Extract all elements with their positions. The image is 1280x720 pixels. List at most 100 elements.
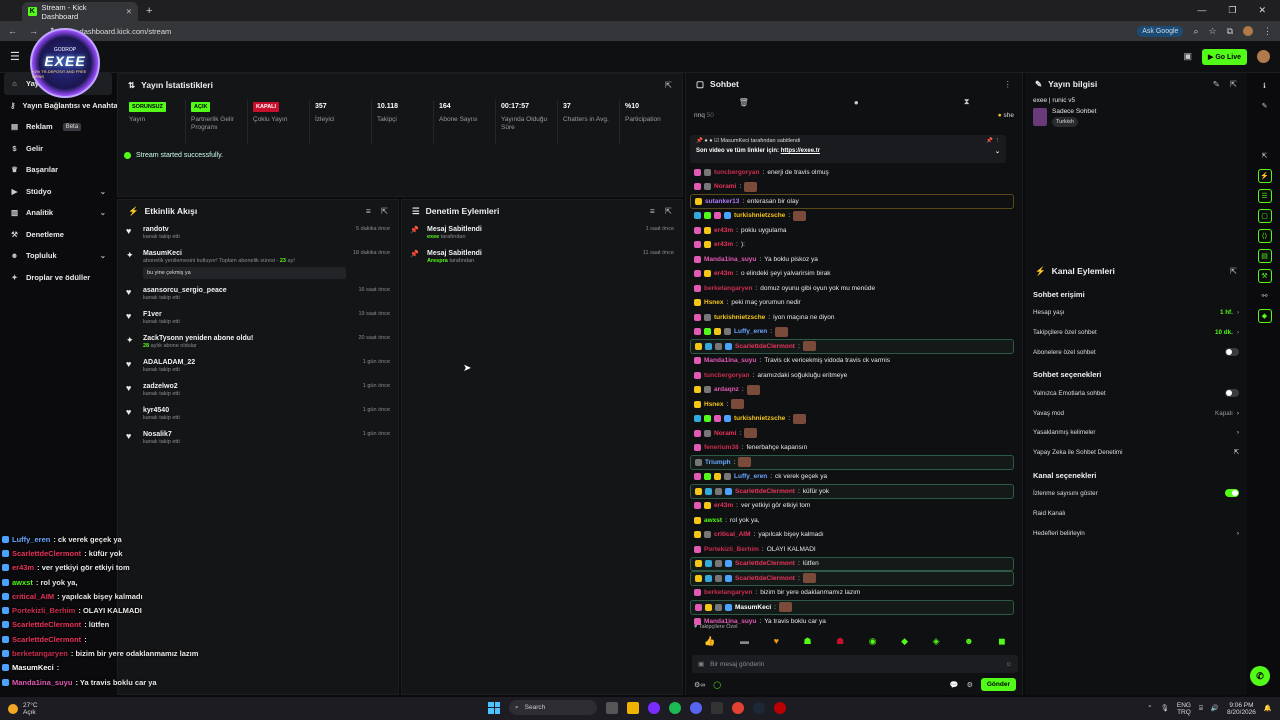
activity-item[interactable]: ♥ zadzelwo2 kanalı takip etti 1 gün önce <box>118 379 398 403</box>
hammer-rail-icon[interactable]: ⚒ <box>1257 269 1272 283</box>
emote-icon[interactable]: ◆ <box>901 636 908 647</box>
browser-menu-icon[interactable]: ⋮ <box>1263 26 1272 37</box>
chat-message[interactable]: turkishnietzsche: <box>690 412 1014 427</box>
chat-message[interactable]: er43m: o elindeki şeyi yalvarirsim birak <box>690 267 1014 282</box>
chat-message[interactable]: ScarlettdeClermont: lütfen <box>690 556 1014 571</box>
chat-message[interactable]: Hsnex: peki maç yorumun nedir <box>690 296 1014 311</box>
windows-start-icon[interactable] <box>488 701 500 714</box>
emoji-icon[interactable]: ☺ <box>1005 661 1012 668</box>
expand-icon[interactable]: ⌄ <box>995 148 1000 155</box>
chat-message[interactable]: Hsnex: <box>690 397 1014 412</box>
chat-message[interactable]: berketangaryen: bizim bir yere odaklanmam… <box>690 586 1014 601</box>
chat-username[interactable]: turkishnietzsche <box>734 415 785 422</box>
go-live-button[interactable]: ▶ Go Live <box>1201 48 1247 65</box>
discord-icon[interactable] <box>690 701 702 714</box>
app-icon[interactable] <box>648 701 660 714</box>
more-options-icon[interactable]: ⋮ <box>1004 79 1013 90</box>
emote-icon[interactable]: ◉ <box>869 636 877 647</box>
chat-username[interactable]: ScarlettdeClermont <box>735 488 795 495</box>
chat-username[interactable]: Luffy_eren <box>734 473 767 480</box>
chat-username[interactable]: Norami <box>714 183 736 190</box>
chat-message[interactable]: turkishnietzsche: <box>690 209 1014 224</box>
chat-username[interactable]: tuncbergoryan <box>714 169 760 176</box>
chat-username[interactable]: fenerium38 <box>704 444 739 451</box>
language-indicator[interactable]: ENG TRQ <box>1177 702 1191 716</box>
network-icon[interactable]: ⌸ <box>1199 705 1203 712</box>
option-show-viewcount[interactable]: İzlenme sayısını göster <box>1025 484 1247 504</box>
chat-rail-icon[interactable]: ▢ <box>1257 209 1272 223</box>
chat-username[interactable]: Norami <box>714 430 736 437</box>
creator-icon[interactable]: ▣ <box>1183 51 1192 62</box>
back-icon[interactable]: ← <box>8 26 17 36</box>
viewcount-toggle[interactable] <box>1225 489 1239 498</box>
chat-username[interactable]: Manda1ina_suyu <box>704 357 756 364</box>
url-field[interactable]: dashboard.kick.com/stream <box>80 27 172 36</box>
chat-message[interactable]: berketangaryen: domuz oyunu gibi oyun yok… <box>690 281 1014 296</box>
chat-message[interactable]: fenerium38: fenerbahçe kapansın <box>690 441 1014 456</box>
unpin-icon[interactable]: 📌 ⋮ <box>986 138 1000 144</box>
chat-message[interactable]: Manda1ina_suyu: Travis ck vericekmiş vido… <box>690 354 1014 369</box>
task-view-icon[interactable] <box>606 701 618 714</box>
sidebar-item-reklam[interactable]: ▤ Reklam Beta <box>0 116 116 138</box>
emote-icon[interactable]: ◼ <box>998 636 1005 647</box>
sidebar-item-basarilar[interactable]: ♛ Başarılar <box>0 159 116 181</box>
close-window-icon[interactable]: ✕ <box>1258 5 1266 16</box>
chat-message[interactable]: Portekizli_Berhim: OLAYI KALMADI <box>690 542 1014 557</box>
subscribers-only-toggle[interactable] <box>1225 348 1239 357</box>
chat-username[interactable]: ScarlettdeClermont <box>735 575 795 582</box>
chat-message[interactable]: turkishnietzsche: iyon maçına ne diyon <box>690 310 1014 325</box>
chat-username[interactable]: ScarlettdeClermont <box>735 343 795 350</box>
option-subscribers-only[interactable]: Abonelere özel sohbet <box>1025 343 1247 363</box>
option-emote-only[interactable]: Yalnızca Emotlarla sohbet <box>1025 383 1247 403</box>
notifications-icon[interactable]: 🔔 <box>1264 705 1272 712</box>
chat-message[interactable]: tuncbergoryan: enerji de travis olmuş <box>690 165 1014 180</box>
emote-icon[interactable]: 👍 <box>704 636 715 647</box>
volume-icon[interactable]: 🔊 <box>1211 705 1219 712</box>
zoom-icon[interactable]: ⌕ <box>1193 26 1198 37</box>
chat-message[interactable]: ScarlettdeClermont: küfür yok <box>690 484 1014 499</box>
tray-chevron-icon[interactable]: ⌃ <box>1147 705 1152 712</box>
edit-icon[interactable]: ✎ <box>1213 79 1220 90</box>
chat-message[interactable]: ScarlettdeClermont: <box>690 571 1014 586</box>
emote-only-toggle[interactable] <box>1225 389 1239 398</box>
sidebar-item-topluluk[interactable]: ☻ Topluluk ⌄ <box>0 245 116 267</box>
chat-mode-icon[interactable]: ▣ <box>698 660 704 668</box>
chat-username[interactable]: Manda1ina_suyu <box>704 256 756 263</box>
emote-icon[interactable]: ☗ <box>836 636 844 647</box>
chat-message[interactable]: er43m:): <box>690 238 1014 253</box>
ask-google-button[interactable]: Ask Google <box>1137 25 1184 37</box>
sidebar-item-studyo[interactable]: ▶ Stüdyo ⌄ <box>0 181 116 203</box>
spotify-icon[interactable] <box>669 701 681 714</box>
hourglass-icon[interactable]: ⧗ <box>964 97 970 107</box>
chat-username[interactable]: ardaqnz <box>714 386 739 393</box>
filter-icon[interactable]: ≡ <box>650 206 655 217</box>
mic-icon[interactable]: 🎙 <box>1161 705 1169 712</box>
popout-icon[interactable]: ⇱ <box>665 80 672 91</box>
activity-item[interactable]: ✦ ZackTysonn yeniden abone oldu! 28 aylık … <box>118 331 398 355</box>
chat-message[interactable]: awxst: rol yok ya, <box>690 513 1014 528</box>
close-tab-icon[interactable]: ✕ <box>126 7 132 16</box>
sidebar-item-gelir[interactable]: $ Gelir <box>0 138 116 160</box>
browser-tab[interactable]: K Stream - Kick Dashboard ✕ <box>22 2 138 21</box>
chat-username[interactable]: berketangaryen <box>704 589 752 596</box>
chat-username[interactable]: er43m <box>714 502 733 509</box>
chat-message[interactable]: tuncbergoryan: aramızdaki soğukluğu eritm… <box>690 368 1014 383</box>
chat-username[interactable]: Hsnex <box>704 401 724 408</box>
option-followers-only[interactable]: Takipçilere özel sohbet 10 dk. › <box>1025 323 1247 343</box>
emote-icon[interactable]: ♥ <box>774 636 779 647</box>
chat-username[interactable]: MasumKeci <box>735 604 771 611</box>
chat-message[interactable]: er43m: ver yetkiyi gör etkiyi tom <box>690 499 1014 514</box>
chat-message[interactable]: ScarlettdeClermont: <box>690 339 1014 354</box>
user-avatar[interactable] <box>1257 50 1270 63</box>
sidebar-item-stream-key[interactable]: ⚷ Yayın Bağlantısı ve Anahtarı <box>0 95 123 117</box>
chat-message[interactable]: ardaqnz: <box>690 383 1014 398</box>
bookmark-star-icon[interactable]: ☆ <box>1208 26 1216 37</box>
obs-icon[interactable] <box>774 701 786 714</box>
chat-username[interactable]: tuncbergoryan <box>704 372 750 379</box>
chat-username[interactable]: sutanker13 <box>705 198 739 205</box>
chat-username[interactable]: critical_AIM <box>714 531 751 538</box>
activity-item[interactable]: ✦ MasumKeci abonelik yenilemesini kutluyor… <box>118 246 398 283</box>
sidebar-item-analitik[interactable]: ▥ Analitik ⌄ <box>0 202 116 224</box>
chat-message[interactable]: Norami: <box>690 426 1014 441</box>
list-rail-icon[interactable]: ☰ <box>1257 189 1272 203</box>
